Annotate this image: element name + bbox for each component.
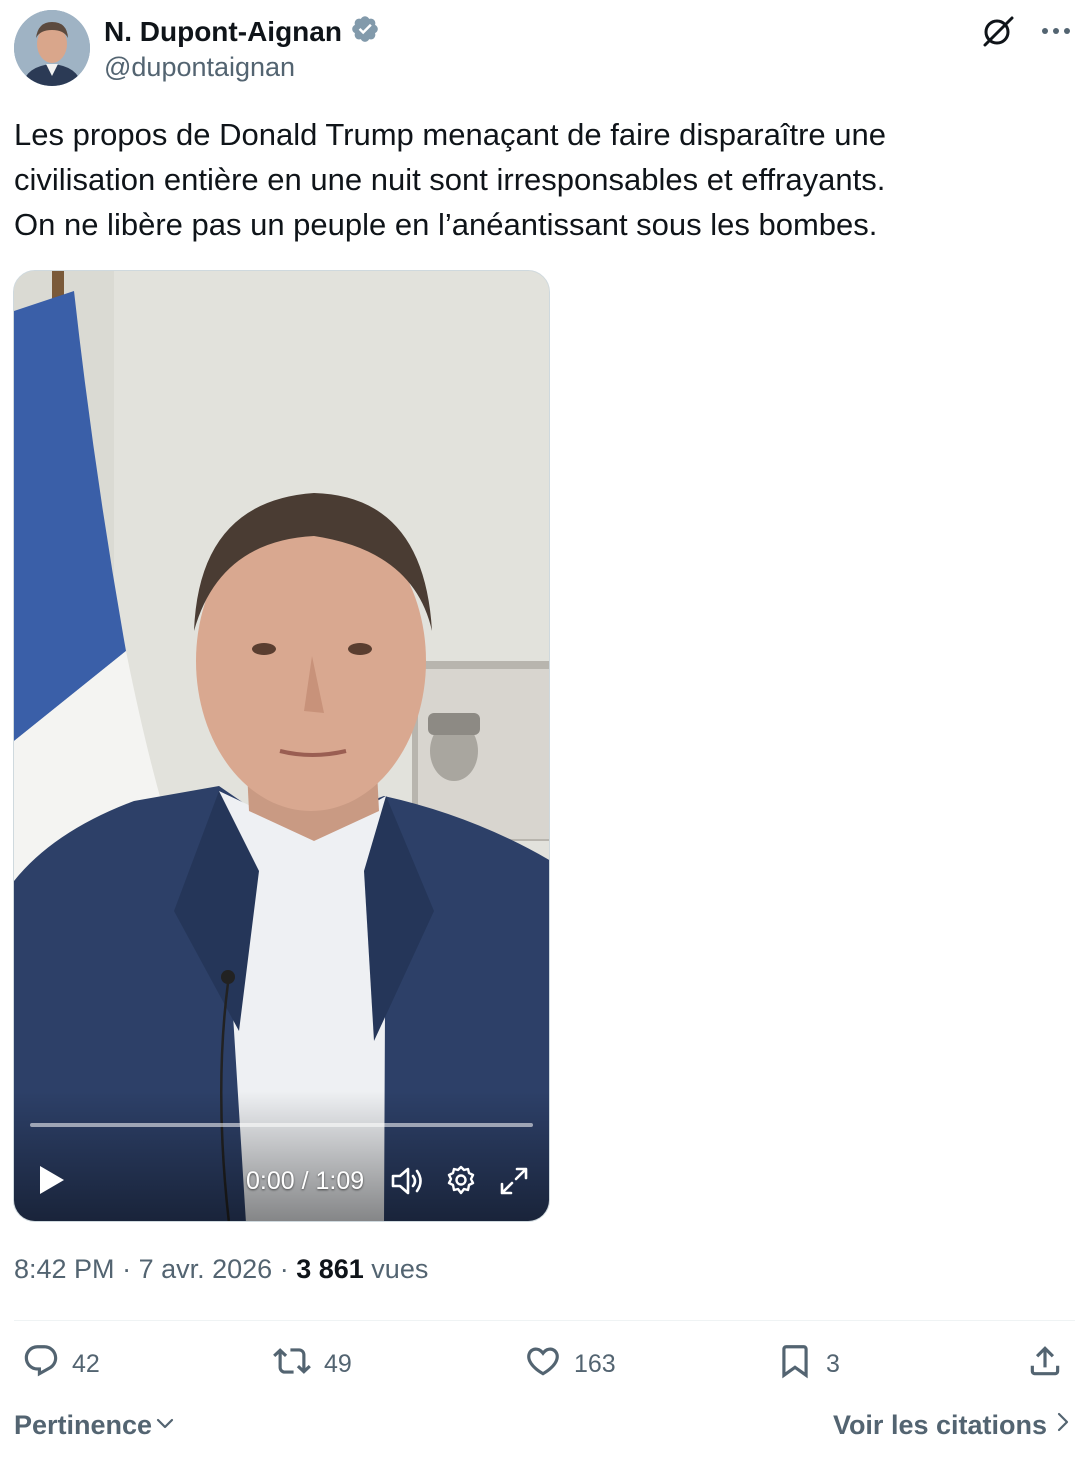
like-button[interactable]: 163 (524, 1342, 616, 1387)
verified-badge-icon[interactable] (350, 14, 380, 49)
reply-icon (22, 1342, 60, 1387)
views-count: 3 861 (296, 1254, 364, 1284)
repost-icon (272, 1342, 312, 1387)
tweet-text-line: Les propos de Donald Trump menaçant de f… (14, 117, 886, 152)
like-icon (524, 1342, 562, 1387)
share-icon (1026, 1342, 1064, 1387)
volume-icon[interactable] (390, 1165, 426, 1197)
more-icon[interactable] (1041, 26, 1071, 36)
tweet-text-line: On ne libère pas un peuple en l’anéantis… (14, 207, 878, 242)
reply-count: 42 (72, 1350, 100, 1378)
repost-count: 49 (324, 1350, 352, 1378)
tweet-header-actions (981, 14, 1071, 48)
video-time: 0:00 / 1:09 (246, 1167, 365, 1195)
video-player[interactable]: 0:00 / 1:09 (13, 270, 550, 1222)
view-quotes-link[interactable]: Voir les citations (833, 1410, 1071, 1441)
author-avatar[interactable] (14, 10, 90, 86)
sort-label: Pertinence (14, 1410, 153, 1440)
video-progress-bar[interactable] (30, 1123, 533, 1127)
fullscreen-icon[interactable] (498, 1165, 530, 1197)
bookmark-icon (776, 1342, 814, 1387)
tweet-time[interactable]: 8:42 PM (14, 1254, 115, 1284)
chevron-down-icon (154, 1410, 176, 1441)
author-name-row: N. Dupont-Aignan (104, 14, 380, 49)
views-label: vues (371, 1254, 429, 1284)
bookmark-count: 3 (826, 1350, 840, 1378)
tweet-date[interactable]: 7 avr. 2026 (139, 1254, 273, 1284)
settings-icon[interactable] (446, 1165, 476, 1195)
tweet-text-line: civilisation entière en une nuit sont ir… (14, 162, 886, 197)
meta-separator: · (279, 1254, 297, 1284)
avatar-image (14, 10, 90, 86)
video-controls: 0:00 / 1:09 (14, 1151, 549, 1211)
like-count: 163 (574, 1350, 616, 1378)
repost-button[interactable]: 49 (272, 1342, 352, 1387)
share-button[interactable] (1026, 1342, 1064, 1387)
grok-icon[interactable] (981, 14, 1015, 48)
tweet-actions: 42 49 163 3 (0, 1342, 1085, 1394)
tweet-text: Les propos de Donald Trump menaçant de f… (14, 112, 1054, 247)
reply-button[interactable]: 42 (22, 1342, 100, 1387)
author-name[interactable]: N. Dupont-Aignan (104, 16, 342, 48)
divider (14, 1320, 1075, 1321)
meta-separator: · (122, 1254, 139, 1284)
chevron-right-icon (1055, 1410, 1071, 1441)
video-frame (14, 271, 549, 1221)
view-quotes-label: Voir les citations (832, 1410, 1047, 1440)
tweet-meta: 8:42 PM · 7 avr. 2026 · 3 861 vues (14, 1254, 428, 1285)
sort-dropdown[interactable]: Pertinence (14, 1410, 176, 1441)
bookmark-button[interactable]: 3 (776, 1342, 840, 1387)
author-handle[interactable]: @dupontaignan (104, 52, 295, 83)
play-icon[interactable] (36, 1163, 68, 1197)
